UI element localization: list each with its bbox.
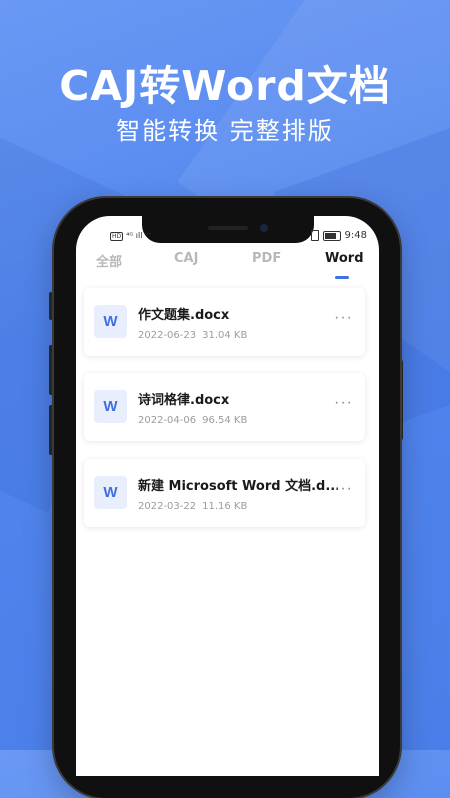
phone-notch: [142, 216, 314, 243]
more-icon[interactable]: ···: [334, 310, 353, 326]
tab-pdf[interactable]: PDF: [252, 251, 281, 266]
phone-volume-down: [49, 405, 53, 455]
promo-subline: 智能转换 完整排版: [116, 117, 334, 145]
file-list-item[interactable]: W 作文题集.docx 2022-06-23 31.04 KB ···: [84, 288, 365, 356]
file-meta: 2022-03-22 11.16 KB: [138, 501, 247, 512]
status-bar-left: HD ⁴ᴳ ıll ⌔: [110, 231, 153, 241]
file-size: 96.54 KB: [202, 415, 248, 426]
active-tab-indicator: [335, 276, 349, 279]
front-camera: [260, 224, 268, 232]
promo-headline: CAJ转Word文档: [59, 62, 391, 110]
phone-volume-up: [49, 345, 53, 395]
file-date: 2022-06-23: [138, 330, 197, 341]
file-meta: 2022-04-06 96.54 KB: [138, 415, 247, 426]
tab-word[interactable]: Word: [325, 251, 364, 266]
more-icon[interactable]: ···: [334, 395, 353, 411]
file-list-item[interactable]: W 新建 Microsoft Word 文档.d... 2022-03-22 1…: [84, 459, 365, 527]
file-date: 2022-03-22: [138, 501, 197, 512]
file-type-tabs: 全部 CAJ PDF Word: [76, 251, 379, 281]
word-file-icon: W: [94, 476, 127, 509]
word-file-icon: W: [94, 390, 127, 423]
file-size: 31.04 KB: [202, 330, 248, 341]
file-list-item[interactable]: W 诗词格律.docx 2022-04-06 96.54 KB ···: [84, 373, 365, 441]
status-bar-right: 9:48: [310, 230, 367, 241]
file-name: 新建 Microsoft Word 文档.d...: [138, 479, 338, 494]
vibrate-icon: [310, 230, 319, 241]
network-label: ⁴ᴳ ıll ⌔: [126, 231, 153, 240]
tab-caj[interactable]: CAJ: [174, 251, 198, 266]
status-time: 9:48: [344, 230, 367, 241]
tab-all[interactable]: 全部: [96, 251, 122, 270]
file-date: 2022-04-06: [138, 415, 197, 426]
file-size: 11.16 KB: [202, 501, 248, 512]
phone-mute-switch: [49, 292, 53, 320]
file-name: 诗词格律.docx: [138, 393, 230, 408]
more-icon[interactable]: ···: [334, 481, 353, 497]
battery-icon: [322, 230, 341, 241]
file-name: 作文题集.docx: [138, 308, 230, 323]
file-meta: 2022-06-23 31.04 KB: [138, 330, 247, 341]
signal-icon: HD: [110, 231, 124, 241]
word-file-icon: W: [94, 305, 127, 338]
phone-screen: HD ⁴ᴳ ıll ⌔ 9:48 全部 CAJ PDF Word W 作文题集.…: [76, 216, 379, 776]
speaker-grille: [208, 226, 248, 230]
